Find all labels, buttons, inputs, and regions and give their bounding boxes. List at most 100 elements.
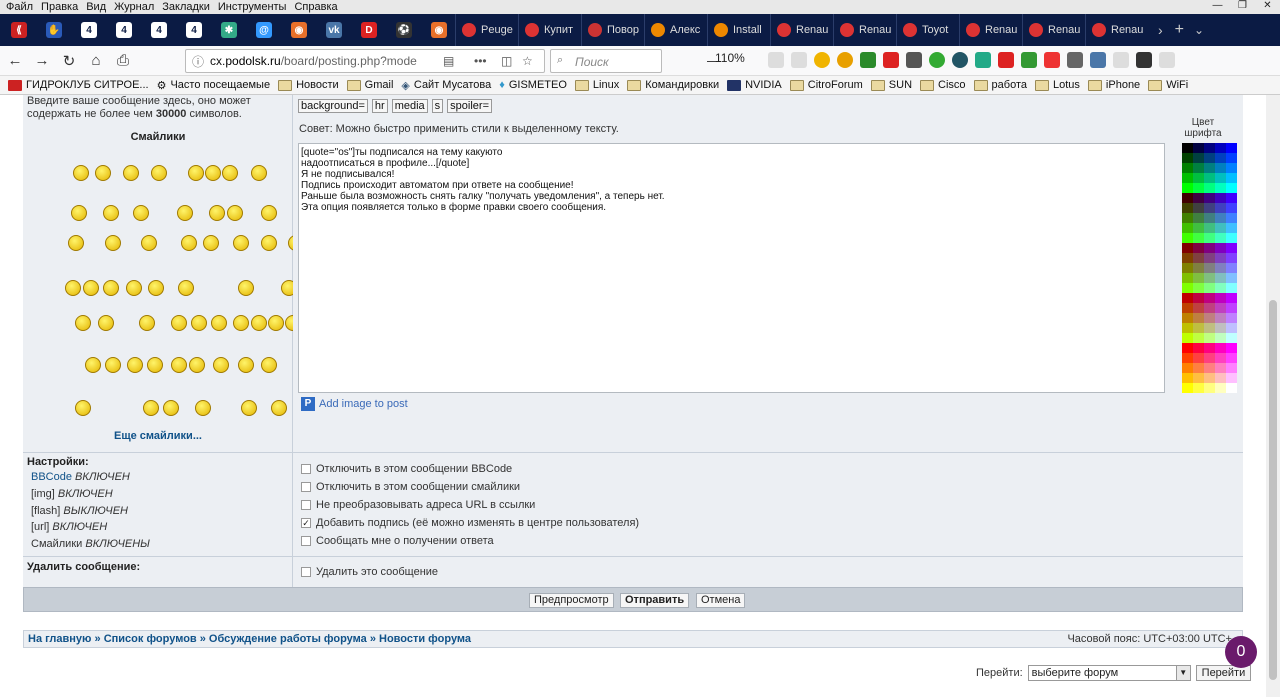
color-swatch[interactable]	[1215, 353, 1226, 363]
pinned-tab[interactable]: vk	[321, 17, 347, 43]
bookmark-item[interactable]: WiFi	[1148, 79, 1188, 91]
color-swatch[interactable]	[1204, 143, 1215, 153]
smiley-icon[interactable]	[171, 357, 187, 373]
color-swatch[interactable]	[1204, 203, 1215, 213]
color-swatch[interactable]	[1215, 283, 1226, 293]
color-swatch[interactable]	[1226, 303, 1237, 313]
color-swatch[interactable]	[1182, 373, 1193, 383]
notify-reply-checkbox[interactable]: Сообщать мне о получении ответа	[301, 535, 494, 547]
color-swatch[interactable]	[1215, 293, 1226, 303]
color-swatch[interactable]	[1215, 263, 1226, 273]
color-swatch[interactable]	[1204, 163, 1215, 173]
color-swatch[interactable]	[1182, 213, 1193, 223]
smiley-icon[interactable]	[151, 165, 167, 181]
color-swatch[interactable]	[1193, 233, 1204, 243]
color-swatch[interactable]	[1193, 383, 1204, 393]
color-swatch[interactable]	[1182, 303, 1193, 313]
bookmark-item[interactable]: SUN	[870, 79, 912, 91]
color-swatch[interactable]	[1226, 163, 1237, 173]
color-swatch[interactable]	[1226, 363, 1237, 373]
pinned-tab[interactable]: ✱	[216, 17, 242, 43]
checkbox-box[interactable]	[301, 464, 311, 474]
menu-history[interactable]: Журнал	[114, 1, 154, 13]
color-swatch[interactable]	[1226, 293, 1237, 303]
pinned-tab[interactable]: 4	[76, 17, 102, 43]
color-swatch[interactable]	[1226, 143, 1237, 153]
color-swatch[interactable]	[1215, 273, 1226, 283]
color-swatch[interactable]	[1215, 213, 1226, 223]
smiley-icon[interactable]	[251, 165, 267, 181]
color-swatch[interactable]	[1215, 363, 1226, 373]
color-swatch[interactable]	[1215, 383, 1226, 393]
color-swatch[interactable]	[1193, 153, 1204, 163]
dots-icon[interactable]	[929, 52, 945, 68]
breadcrumb-forum-list[interactable]: Список форумов	[104, 633, 197, 645]
browser-tab[interactable]: Алекс	[644, 14, 707, 46]
smiley-icon[interactable]	[203, 235, 219, 251]
chevron-right-icon[interactable]: ›	[1158, 22, 1163, 38]
color-swatch[interactable]	[1215, 253, 1226, 263]
color-swatch[interactable]	[1204, 183, 1215, 193]
library-icon[interactable]	[768, 52, 784, 68]
color-swatch[interactable]	[1204, 373, 1215, 383]
smiley-icon[interactable]	[139, 315, 155, 331]
color-swatch[interactable]	[1215, 143, 1226, 153]
pinned-tab[interactable]: 4	[146, 17, 172, 43]
color-swatch[interactable]	[1193, 143, 1204, 153]
color-swatch[interactable]	[1182, 183, 1193, 193]
smiley-icon[interactable]	[133, 205, 149, 221]
maximize-button[interactable]: ❐	[1230, 0, 1255, 13]
browser-tab[interactable]: Renau	[1022, 14, 1085, 46]
bookmark-item[interactable]: NVIDIA	[727, 79, 782, 91]
download-icon[interactable]	[1067, 52, 1083, 68]
smiley-icon[interactable]	[227, 205, 243, 221]
color-swatch[interactable]	[1226, 213, 1237, 223]
smiley-icon[interactable]	[126, 280, 142, 296]
smiley-icon[interactable]	[238, 280, 254, 296]
color-swatch[interactable]	[1226, 183, 1237, 193]
more-smilies-link[interactable]: Еще смайлики...	[23, 430, 293, 442]
scrollbar-thumb[interactable]	[1269, 300, 1277, 680]
smiley-icon[interactable]	[195, 400, 211, 416]
checkmark-icon[interactable]: ✓	[301, 518, 311, 528]
pinned-tab[interactable]: ⟪	[6, 17, 32, 43]
color-swatch[interactable]	[1226, 193, 1237, 203]
smiley-icon[interactable]	[189, 357, 205, 373]
bookmark-item[interactable]: ⚙ Часто посещаемые	[157, 79, 270, 92]
color-swatch[interactable]	[1193, 193, 1204, 203]
color-swatch[interactable]	[1226, 383, 1237, 393]
menu-bookmarks[interactable]: Закладки	[162, 1, 210, 13]
color-swatch[interactable]	[1226, 243, 1237, 253]
color-swatch[interactable]	[1215, 193, 1226, 203]
pinned-tab[interactable]: D	[356, 17, 382, 43]
zoom-level[interactable]: 110%	[715, 51, 745, 65]
smiley-icon[interactable]	[261, 205, 277, 221]
color-swatch[interactable]	[1226, 173, 1237, 183]
menu-tools[interactable]: Инструменты	[218, 1, 287, 13]
color-swatch[interactable]	[1193, 263, 1204, 273]
color-swatch[interactable]	[1182, 223, 1193, 233]
bookmark-item[interactable]: Новости	[278, 79, 339, 91]
bookmark-item[interactable]: Lotus	[1035, 79, 1080, 91]
color-swatch[interactable]	[1193, 203, 1204, 213]
color-swatch[interactable]	[1204, 283, 1215, 293]
color-swatch[interactable]	[1193, 163, 1204, 173]
smiley-icon[interactable]	[123, 165, 139, 181]
color-swatch[interactable]	[1215, 233, 1226, 243]
smiley-icon[interactable]	[271, 400, 287, 416]
attach-signature-checkbox[interactable]: ✓ Добавить подпись (её можно изменять в ц…	[301, 517, 639, 529]
color-swatch[interactable]	[1193, 173, 1204, 183]
close-window-button[interactable]: ✕	[1255, 0, 1280, 13]
smiley-icon[interactable]	[75, 400, 91, 416]
addon-icon[interactable]	[860, 52, 876, 68]
smiley-icon[interactable]	[181, 235, 197, 251]
smiley-icon[interactable]	[103, 205, 119, 221]
smiley-icon[interactable]	[105, 357, 121, 373]
color-swatch[interactable]	[1215, 153, 1226, 163]
smiley-icon[interactable]	[68, 235, 84, 251]
notification-badge[interactable]: 0	[1225, 636, 1257, 668]
sidebar-icon[interactable]	[791, 52, 807, 68]
camera-icon[interactable]	[1136, 52, 1152, 68]
flower-icon[interactable]	[1044, 52, 1060, 68]
color-swatch[interactable]	[1182, 383, 1193, 393]
